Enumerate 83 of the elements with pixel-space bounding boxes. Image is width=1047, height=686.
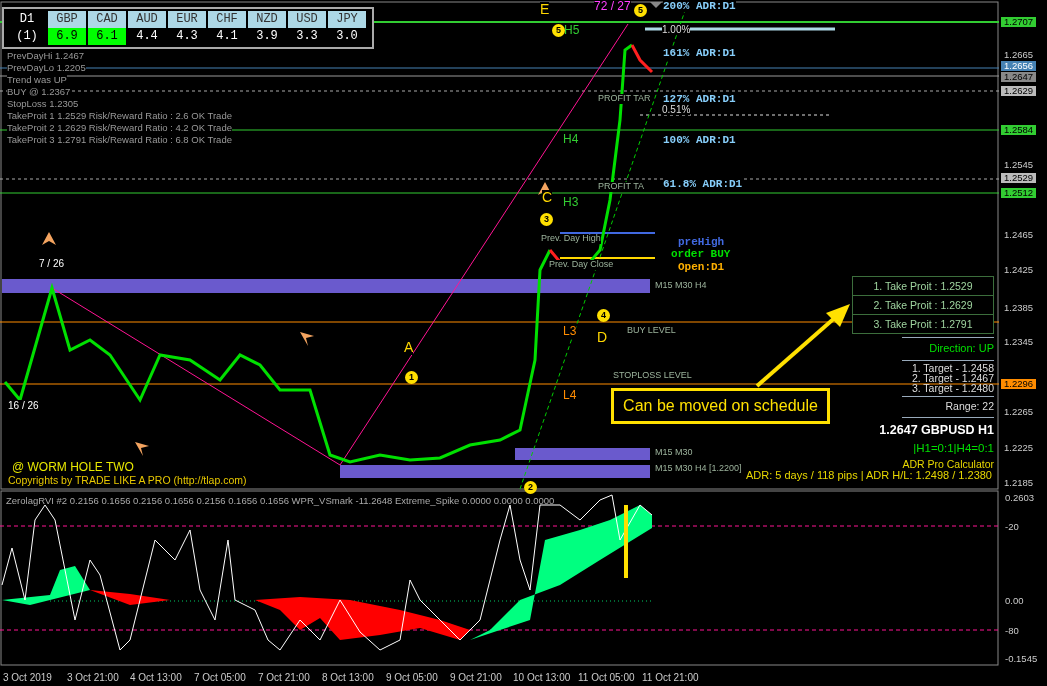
wave-number-marker: 5 [552, 24, 565, 37]
price-axis-label: 1.2656 [1001, 61, 1037, 71]
price-axis-label: 1.2707 [1001, 17, 1037, 27]
chart-label: 161% ADR:D1 [663, 47, 736, 60]
indicator-axis-label: -0.1545 [1005, 652, 1038, 666]
currency-code: EUR [168, 11, 206, 28]
price-axis-label: 1.2296 [1001, 379, 1037, 389]
strength-value: 4.1 [215, 28, 239, 45]
price-axis-label: 1.2629 [1001, 86, 1037, 96]
arrow-marker-icon [135, 442, 149, 456]
copyright-text: Copyrights by TRADE LIKE A PRO (http://tlap.com) [8, 473, 247, 488]
wave-number-marker: 5 [634, 4, 647, 17]
strength-value: 6.9 [48, 28, 86, 45]
chart-label: preHigh [678, 236, 725, 249]
strength-value: 4.4 [135, 28, 159, 45]
price-axis-label: 1.2529 [1001, 173, 1037, 183]
price-axis-label: 1.2584 [1001, 125, 1037, 135]
chart-label: Prev. Day Close [549, 260, 614, 270]
chart-label: 1.00% [662, 24, 691, 35]
strength-value: 3.9 [255, 28, 279, 45]
strength-value: 4.3 [175, 28, 199, 45]
strength-value: 3.0 [335, 28, 359, 45]
brand-title: @ WORM HOLE TWO [12, 459, 134, 476]
currency-code: USD [288, 11, 326, 28]
adr-summary: ADR: 5 days / 118 pips | ADR H/L: 1.2498 / 1.2380 [745, 468, 992, 483]
target-label: 2. Target - 1.2467 [910, 372, 994, 383]
price-axis-label: 1.2647 [1001, 72, 1037, 82]
period-label: (1) [15, 28, 39, 45]
time-axis-label: 3 Oct 21:00 [67, 671, 119, 685]
time-axis-label: 9 Oct 21:00 [450, 671, 502, 685]
calculator-title: ADR Pro Calculator [901, 457, 994, 471]
time-axis-label: 10 Oct 13:00 [513, 671, 571, 685]
indicator-header: ZerolagRVI #2 0.2156 0.1656 0.2156 0.1656 0.2156 0.1656 0.1656 WPR_VSmark -11.2648 Extreme_Spike 0.0000 0.0000 0.0000 [6, 494, 555, 508]
chart-label: BUY LEVEL [627, 326, 676, 336]
chart-label: L3 [563, 325, 577, 339]
wave-number-marker: 3 [540, 213, 553, 226]
range-label: Range: 22 [944, 398, 994, 414]
chart-label: STOPLOSS LEVEL [613, 371, 692, 381]
price-axis-label: 1.2512 [1001, 188, 1037, 198]
direction-label: Direction: UP [928, 341, 994, 356]
time-axis-label: 8 Oct 13:00 [322, 671, 374, 685]
currency-code: CAD [88, 11, 126, 28]
currency-code: JPY [328, 11, 366, 28]
time-axis-label: 4 Oct 13:00 [130, 671, 182, 685]
chart-label: 16 / 26 [8, 400, 39, 411]
currency-code: GBP [48, 11, 86, 28]
chart-label: PROFIT TAR [598, 94, 651, 104]
time-axis-label: 11 Oct 05:00 [578, 671, 635, 685]
chart-label: 200% ADR:D1 [663, 0, 736, 13]
chart-label: 0.51% [662, 104, 691, 115]
indicator-axis-label: 0.2603 [1005, 491, 1035, 505]
currency-code: CHF [208, 11, 246, 28]
chart-label: M15 M30 [655, 448, 693, 458]
chart-label: M15 M30 H4 [655, 281, 707, 291]
chart-label: 7 / 26 [39, 258, 65, 269]
timeframe-ratio: |H1=0:1|H4=0:1 [912, 441, 994, 456]
wave-number-marker: 2 [524, 481, 537, 494]
chart-label: PROFIT TA [598, 182, 644, 192]
wave-number-marker: 1 [405, 371, 418, 384]
target-label: 3. Target - 1.2480 [910, 382, 994, 393]
indicator-axis-label: -20 [1005, 520, 1019, 534]
wave-number-marker: 4 [597, 309, 610, 322]
time-axis-label: 3 Oct 2019 [3, 671, 52, 685]
currency-code: NZD [248, 11, 286, 28]
strength-value: 6.1 [88, 28, 126, 45]
quote-title: 1.2647 GBPUSD H1 [878, 422, 994, 440]
indicator-axis-label: 0.00 [1005, 594, 1024, 608]
strength-value: 3.3 [295, 28, 319, 45]
chart-label: Prev. Day High [541, 234, 601, 244]
timeframe-label: D1 [18, 11, 36, 28]
chart-label: Open:D1 [678, 261, 725, 274]
callout-box: Can be moved on schedule [611, 388, 830, 424]
time-axis-label: 7 Oct 21:00 [258, 671, 310, 685]
arrow-marker-icon [42, 232, 56, 245]
time-axis-label: 7 Oct 05:00 [194, 671, 246, 685]
target-label: 1. Target - 1.2458 [910, 362, 994, 373]
indicator-axis-label: -80 [1005, 624, 1019, 638]
chart-label: M15 M30 H4 [1.2200] [655, 464, 742, 474]
currency-code: AUD [128, 11, 166, 28]
time-axis-label: 9 Oct 05:00 [386, 671, 438, 685]
arrow-marker-icon [300, 332, 314, 346]
time-axis-label: 11 Oct 21:00 [642, 671, 699, 685]
chart-label: A [404, 340, 414, 356]
